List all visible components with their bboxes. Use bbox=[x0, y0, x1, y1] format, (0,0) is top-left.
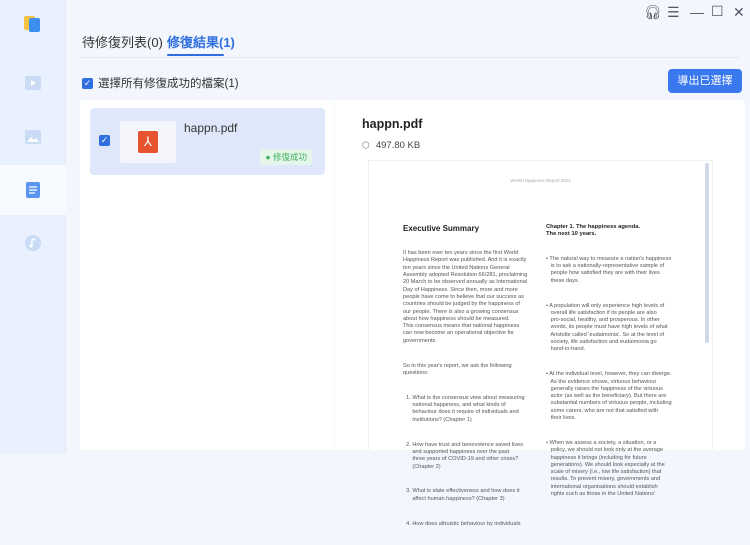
status-badge: ● 修復成功 bbox=[260, 149, 312, 165]
file-list-panel: ✓ ⅄ happn.pdf ● 修復成功 bbox=[80, 100, 334, 450]
support-headset-icon[interactable]: 🎧︎ bbox=[644, 4, 662, 21]
doc-question: 4. How does altruistic behaviour by indi… bbox=[403, 520, 521, 527]
sidebar bbox=[0, 0, 66, 454]
doc-left-column: Executive Summary It has been over ten y… bbox=[403, 209, 527, 545]
select-all-row[interactable]: ✓ 選擇所有修復成功的檔案(1) bbox=[82, 75, 239, 91]
doc-paragraph: So in this year's report, we ask the fol… bbox=[403, 362, 512, 376]
tab-pending-list[interactable]: 待修復列表(0) bbox=[82, 32, 163, 51]
doc-right-column: Chapter 1. The happiness agenda. The nex… bbox=[546, 209, 672, 516]
preview-scrollbar[interactable] bbox=[705, 163, 709, 343]
music-icon bbox=[25, 235, 41, 251]
export-selected-button[interactable]: 導出已選擇 bbox=[668, 69, 742, 93]
file-size-row: ⬡ 497.80 KB bbox=[362, 140, 420, 151]
active-tab-indicator bbox=[167, 54, 224, 56]
doc-paragraph: It has been over ten years since the fir… bbox=[403, 250, 528, 344]
doc-bullet: • The natural way to measure a nation's … bbox=[546, 255, 672, 284]
file-card[interactable]: ✓ ⅄ happn.pdf ● 修復成功 bbox=[90, 108, 325, 175]
close-icon[interactable]: ✕ bbox=[733, 4, 745, 21]
doc-header: World Happiness Report 2023 bbox=[510, 178, 571, 183]
sidebar-item-video[interactable] bbox=[0, 58, 66, 108]
doc-question: 2. How have trust and benevolence saved … bbox=[406, 441, 524, 470]
menu-icon[interactable]: ☰ bbox=[667, 4, 680, 21]
preview-panel: happn.pdf ⬡ 497.80 KB World Happiness Rep… bbox=[335, 100, 745, 527]
doc-bullet: • At the individual level, however, they… bbox=[546, 371, 672, 422]
sidebar-item-audio[interactable] bbox=[0, 218, 66, 268]
divider bbox=[80, 57, 740, 58]
doc-question: 1. What is the consensus view about meas… bbox=[406, 394, 525, 423]
doc-bullet: • A population will only experience high… bbox=[546, 302, 668, 353]
preview-file-name: happn.pdf bbox=[362, 117, 423, 131]
status-text: 修復成功 bbox=[272, 152, 307, 162]
file-size: 497.80 KB bbox=[375, 140, 421, 151]
app-logo-icon bbox=[24, 16, 40, 32]
doc-bullet: • When we assess a society, a situation,… bbox=[546, 439, 665, 497]
video-icon bbox=[25, 76, 41, 90]
doc-title: Executive Summary bbox=[403, 223, 480, 233]
select-all-label: 選擇所有修復成功的檔案(1) bbox=[98, 78, 239, 90]
doc-chapter-title: Chapter 1. The happiness agenda. The nex… bbox=[546, 223, 641, 237]
maximize-icon[interactable]: ☐ bbox=[711, 3, 724, 20]
document-preview[interactable]: World Happiness Report 2023 Executive Su… bbox=[368, 160, 713, 527]
select-all-checkbox[interactable]: ✓ bbox=[82, 77, 93, 89]
document-icon bbox=[26, 182, 40, 198]
tab-repair-results[interactable]: 修復結果(1) bbox=[167, 32, 235, 51]
file-checkbox[interactable]: ✓ bbox=[99, 135, 110, 146]
size-cube-icon: ⬡ bbox=[362, 140, 370, 150]
sidebar-item-document[interactable] bbox=[0, 165, 66, 215]
file-name: happn.pdf bbox=[184, 121, 238, 135]
minimize-icon[interactable]: — bbox=[690, 4, 704, 20]
image-icon bbox=[25, 130, 41, 144]
file-thumbnail: ⅄ bbox=[120, 121, 176, 163]
sidebar-item-image[interactable] bbox=[0, 112, 66, 162]
pdf-icon: ⅄ bbox=[138, 131, 158, 153]
doc-question: 3. What is state effectiveness and how d… bbox=[406, 488, 520, 502]
